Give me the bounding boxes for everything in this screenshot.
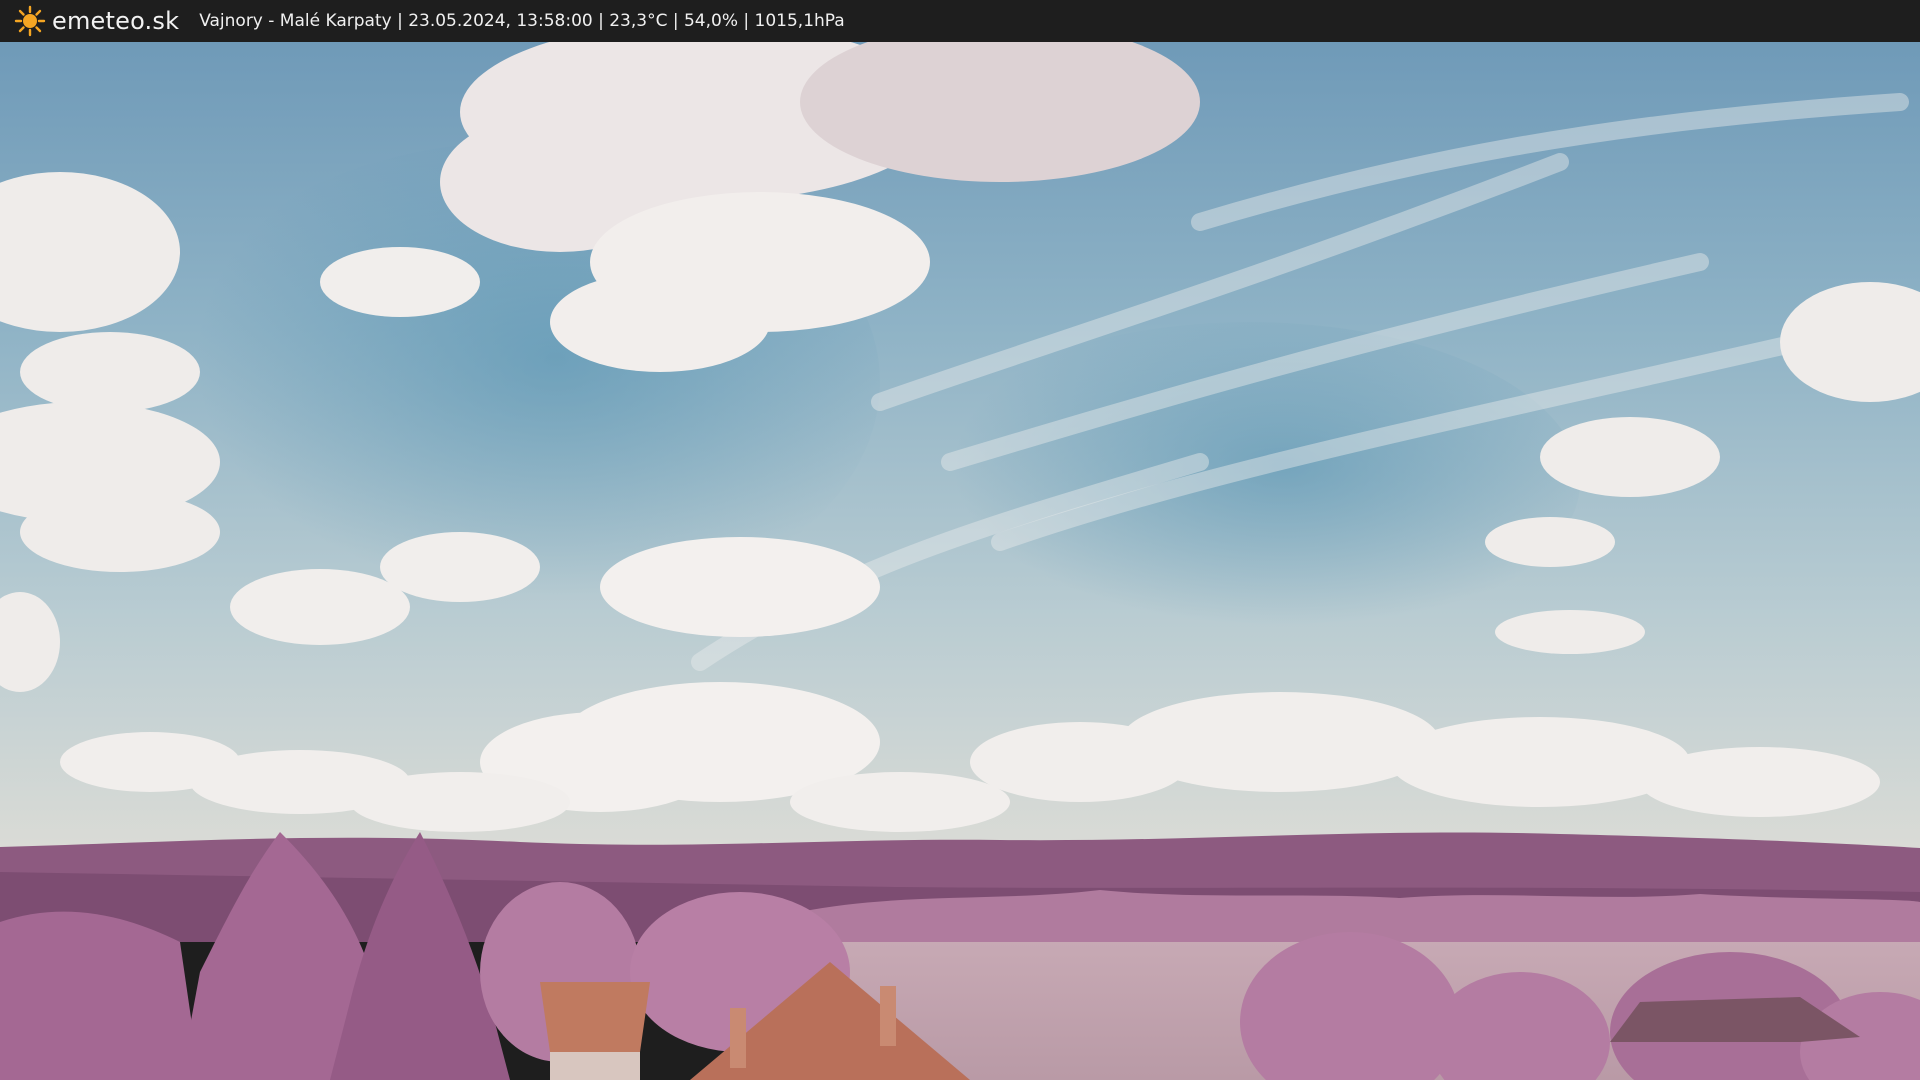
house-wall — [550, 1052, 640, 1080]
webcam-image — [0, 42, 1920, 1080]
roof-left — [540, 982, 650, 1052]
webcam-scene — [0, 42, 1920, 1080]
chimney-left — [730, 1008, 746, 1068]
sun-icon — [14, 5, 46, 37]
brand-name: emeteo.sk — [52, 7, 180, 35]
top-bar: emeteo.sk Vajnory - Malé Karpaty | 23.05… — [0, 0, 1920, 42]
webcam-caption: Vajnory - Malé Karpaty | 23.05.2024, 13:… — [199, 11, 845, 31]
logo[interactable]: emeteo.sk — [14, 5, 179, 37]
chimney-right — [880, 986, 896, 1046]
